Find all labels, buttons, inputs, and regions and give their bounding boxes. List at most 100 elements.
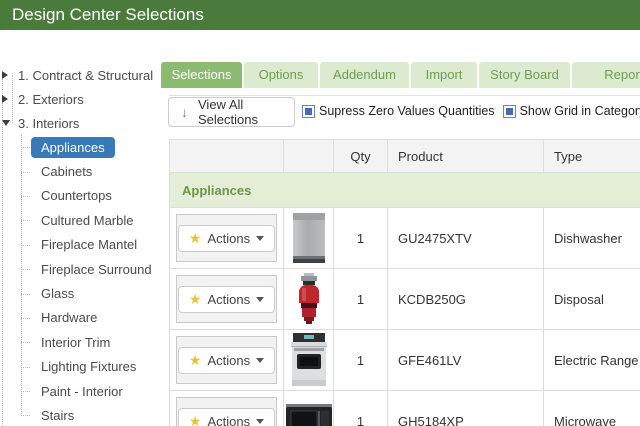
caret-down-icon [256,296,265,302]
sidebar-item-label: 2. Exteriors [18,91,84,107]
type-cell: Electric Range [554,352,639,368]
actions-cell: ★ Actions [170,208,284,268]
sidebar-item-lighting-fixtures[interactable]: Lighting Fixtures [0,355,161,379]
actions-panel: ★ Actions [176,336,277,384]
category-group-header: Appliances [170,173,640,208]
sidebar-item-label: Paint - Interior [41,383,123,399]
actions-label: Actions [207,291,251,307]
sidebar-item-label: Fireplace Surround [41,261,152,277]
sidebar-item-label: Lighting Fixtures [41,359,137,375]
actions-cell: ★ Actions [170,391,284,426]
show-grid-category-view-checkbox-group[interactable]: Show Grid in Category View [502,104,640,118]
actions-dropdown-button[interactable]: ★ Actions [177,224,276,252]
table-row: ★ Actions [170,269,640,330]
actions-panel: ★ Actions [176,275,277,323]
actions-dropdown-button[interactable]: ★ Actions [177,346,276,374]
sidebar-item-appliances[interactable]: Appliances [0,135,161,159]
view-all-selections-label: View All Selections [198,97,258,127]
actions-label: Actions [207,413,251,426]
caret-down-icon [256,235,265,241]
caret-down-icon [256,418,265,424]
view-all-selections-button[interactable]: ↓ View All Selections [168,97,295,127]
tab-import[interactable]: Import [411,62,477,88]
app-header-bar: Design Center Selections [0,0,640,30]
table-header-row: Qty Product Type [170,140,640,173]
actions-panel: ★ Actions [176,397,277,426]
actions-label: Actions [207,352,251,368]
product-cell: GH5184XP [388,391,544,426]
qty-cell: 1 [334,208,388,268]
sidebar-item-interiors[interactable]: 3. Interiors [0,111,161,135]
actions-dropdown-button[interactable]: ★ Actions [177,285,276,313]
sidebar-item-label: Cultured Marble [41,212,134,228]
table-row: ★ Actions 1 GH5184XP Microwave [170,391,640,426]
sidebar-item-label: Hardware [41,310,98,326]
header-image-column [284,140,334,172]
sidebar-item-stairs[interactable]: Stairs [0,403,161,426]
table-row: ★ Actions [170,330,640,391]
collapse-arrow-icon[interactable] [2,71,8,79]
actions-dropdown-button[interactable]: ★ Actions [177,407,276,426]
header-qty-column: Qty [334,140,388,172]
tab-options[interactable]: Options [244,62,318,88]
sidebar-item-countertops[interactable]: Countertops [0,184,161,208]
design-center-window: Design Center Selections 1. Contract & S… [0,0,640,426]
product-image-cell [284,330,334,390]
tab-selections[interactable]: Selections [161,62,242,88]
tab-reports[interactable]: Reports [572,62,640,88]
sidebar-item-cultured-marble[interactable]: Cultured Marble [0,208,161,232]
sidebar-item-label: Glass [41,286,75,302]
sidebar-item-label: Cabinets [41,164,93,180]
suppress-zero-values-checkbox-group[interactable]: Supress Zero Values Quantities [302,104,495,118]
main-tab-bar: Selections Options Addendum Import Story… [161,62,640,88]
type-cell: Disposal [554,291,604,307]
sidebar-item-hardware[interactable]: Hardware [0,306,161,330]
product-image-cell [284,208,334,268]
selections-table: Qty Product Type Appliances ★ Actions 1 … [169,139,640,426]
sidebar-item-exteriors[interactable]: 2. Exteriors [0,87,161,111]
header-type-column: Type [554,148,583,164]
product-image-cell [284,391,334,426]
actions-cell: ★ Actions [170,269,284,329]
sidebar-item-glass[interactable]: Glass [0,281,161,305]
category-tree-sidebar: 1. Contract & Structural 2. Exteriors 3.… [0,60,161,426]
page-title: Design Center Selections [12,5,204,24]
electric-range-image [290,333,328,387]
sidebar-item-paint-interior[interactable]: Paint - Interior [0,379,161,403]
tab-addendum[interactable]: Addendum [320,62,409,88]
star-icon: ★ [188,230,202,246]
expand-arrow-icon[interactable] [2,120,10,126]
product-image-cell [284,269,334,329]
checkbox-label: Supress Zero Values Quantities [319,104,495,118]
qty-cell: 1 [334,330,388,390]
sidebar-item-fireplace-surround[interactable]: Fireplace Surround [0,257,161,281]
sidebar-item-contract-structural[interactable]: 1. Contract & Structural [0,63,161,87]
product-cell: GU2475XTV [388,208,544,268]
green-down-arrow-icon: ↓ [181,104,188,120]
checkbox-checked-icon[interactable] [302,104,315,118]
sidebar-item-label: 1. Contract & Structural [18,67,154,83]
collapse-arrow-icon[interactable] [2,95,8,103]
selected-item-pill: Appliances [31,136,115,158]
dishwasher-image [292,213,326,263]
disposal-image [294,273,324,325]
qty-cell: 1 [334,391,388,426]
header-product-column: Product [388,140,544,172]
sidebar-item-fireplace-mantel[interactable]: Fireplace Mantel [0,233,161,257]
actions-label: Actions [207,230,251,246]
sidebar-item-label: Interior Trim [41,334,111,350]
tab-story-board[interactable]: Story Board [479,62,570,88]
sidebar-item-interior-trim[interactable]: Interior Trim [0,330,161,354]
product-cell: GFE461LV [388,330,544,390]
checkbox-checked-icon[interactable] [502,104,516,118]
product-cell: KCDB250G [388,269,544,329]
star-icon: ★ [188,352,202,368]
qty-cell: 1 [334,269,388,329]
type-cell: Dishwasher [554,230,622,246]
microwave-image [285,401,332,426]
checkbox-label: Show Grid in Category View [519,104,640,118]
sidebar-item-cabinets[interactable]: Cabinets [0,159,161,183]
star-icon: ★ [188,413,202,426]
table-row: ★ Actions [170,208,640,269]
sidebar-item-label: Fireplace Mantel [41,237,138,253]
